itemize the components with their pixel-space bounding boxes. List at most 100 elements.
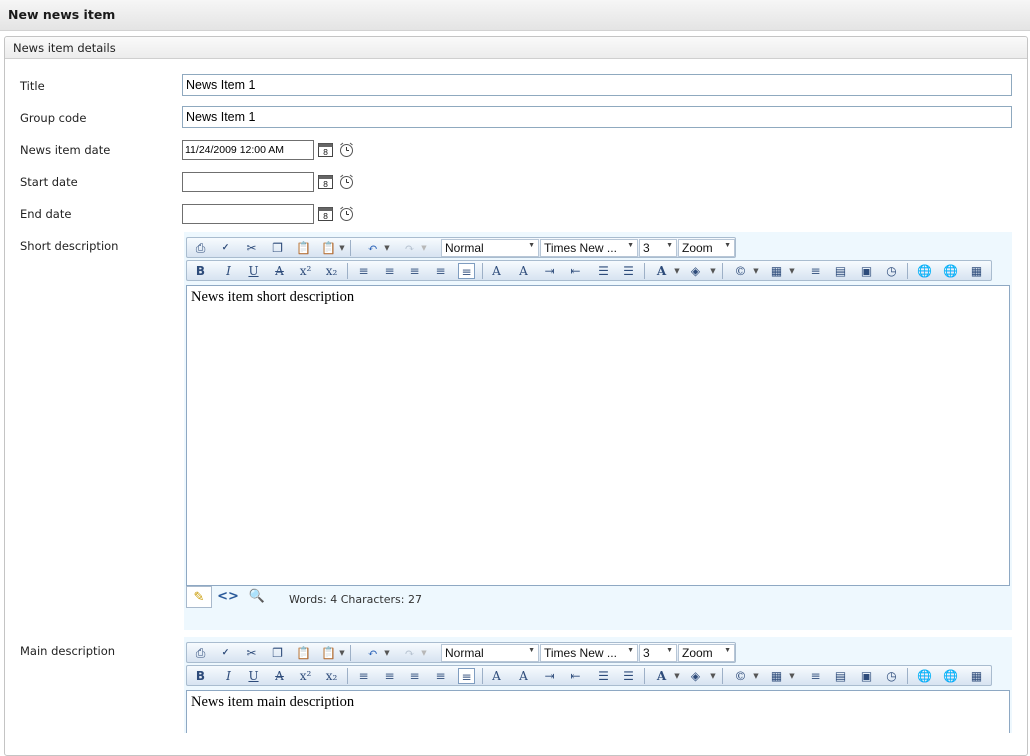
chevron-down-icon[interactable]: ▼ <box>752 263 760 279</box>
clock-icon[interactable] <box>338 141 355 158</box>
chevron-down-icon[interactable]: ▼ <box>420 240 428 256</box>
design-mode-button[interactable]: ✎ <box>186 586 212 608</box>
spellcheck-icon[interactable]: ✓ <box>217 240 234 256</box>
bold-icon[interactable]: B <box>192 668 209 684</box>
calendar-icon[interactable]: 8 <box>317 141 334 158</box>
font-color-icon[interactable]: A <box>653 263 670 279</box>
paste-word-icon[interactable]: ▣ <box>858 668 875 684</box>
font-size-select[interactable]: 3 ▼ <box>639 239 677 257</box>
align-left-icon[interactable]: ≡ <box>355 668 372 684</box>
hyperlink-icon[interactable]: 🌐 <box>916 668 933 684</box>
clock-icon[interactable] <box>338 173 355 190</box>
outdent-icon[interactable]: A <box>515 263 532 279</box>
superscript-icon[interactable]: x² <box>297 668 314 684</box>
calendar-icon[interactable]: 8 <box>317 205 334 222</box>
chevron-down-icon[interactable]: ▼ <box>673 668 681 684</box>
indent-list-icon[interactable]: ⇥ <box>541 263 558 279</box>
italic-icon[interactable]: I <box>220 263 237 279</box>
indent-list-icon[interactable]: ⇥ <box>541 668 558 684</box>
outdent-icon[interactable]: A <box>515 668 532 684</box>
main-description-content[interactable]: News item main description <box>186 690 1010 733</box>
chevron-down-icon[interactable]: ▼ <box>709 668 717 684</box>
numbered-list-icon[interactable]: ☰ <box>595 668 612 684</box>
zoom-select[interactable]: Zoom ▼ <box>678 644 735 662</box>
paragraph-format-select[interactable]: Normal ▼ <box>441 644 539 662</box>
paste-options-icon[interactable]: 📋 <box>320 645 337 661</box>
undo-icon[interactable]: ↶ <box>364 645 381 661</box>
chevron-down-icon[interactable]: ▼ <box>383 240 391 256</box>
indent-icon[interactable]: A <box>488 668 505 684</box>
paragraph-format-select[interactable]: Normal ▼ <box>441 239 539 257</box>
image-manager-icon[interactable]: ▦ <box>968 263 985 279</box>
insert-date-icon[interactable]: ◷ <box>883 263 900 279</box>
remove-link-icon[interactable]: 🌐 <box>942 263 959 279</box>
snippets-icon[interactable]: ▤ <box>832 668 849 684</box>
bulleted-list-icon[interactable]: ☰ <box>620 668 637 684</box>
print-icon[interactable]: ⎙ <box>192 240 209 256</box>
chevron-down-icon[interactable]: ▼ <box>673 263 681 279</box>
italic-icon[interactable]: I <box>220 668 237 684</box>
paste-icon[interactable]: 📋 <box>295 240 312 256</box>
spellcheck-icon[interactable]: ✓ <box>217 645 234 661</box>
chevron-down-icon[interactable]: ▼ <box>709 263 717 279</box>
align-center-icon[interactable]: ≡ <box>381 263 398 279</box>
chevron-down-icon[interactable]: ▼ <box>420 645 428 661</box>
outdent-list-icon[interactable]: ⇤ <box>567 263 584 279</box>
align-right-icon[interactable]: ≡ <box>406 263 423 279</box>
bulleted-list-icon[interactable]: ☰ <box>620 263 637 279</box>
table-icon[interactable]: ▦ <box>768 668 785 684</box>
outdent-list-icon[interactable]: ⇤ <box>567 668 584 684</box>
chevron-down-icon[interactable]: ▼ <box>383 645 391 661</box>
redo-icon[interactable]: ↷ <box>401 645 418 661</box>
start-date-input[interactable] <box>182 172 314 192</box>
html-mode-button[interactable]: <> <box>215 586 241 608</box>
table-icon[interactable]: ▦ <box>768 263 785 279</box>
end-date-input[interactable] <box>182 204 314 224</box>
remove-alignment-icon[interactable]: ≡ <box>458 263 475 279</box>
chevron-down-icon[interactable]: ▼ <box>338 240 346 256</box>
strikethrough-icon[interactable]: A <box>271 668 288 684</box>
news-item-date-input[interactable]: 11/24/2009 12:00 AM <box>182 140 314 160</box>
bold-icon[interactable]: B <box>192 263 209 279</box>
format-stripper-icon[interactable]: ≡ <box>807 668 824 684</box>
chevron-down-icon[interactable]: ▼ <box>752 668 760 684</box>
font-name-select[interactable]: Times New ... ▼ <box>540 239 638 257</box>
justify-icon[interactable]: ≡ <box>432 263 449 279</box>
image-manager-icon[interactable]: ▦ <box>968 668 985 684</box>
subscript-icon[interactable]: x₂ <box>323 263 340 279</box>
cut-icon[interactable]: ✂ <box>243 645 260 661</box>
preview-mode-button[interactable]: 🔍 <box>244 586 270 608</box>
calendar-icon[interactable]: 8 <box>317 173 334 190</box>
align-left-icon[interactable]: ≡ <box>355 263 372 279</box>
subscript-icon[interactable]: x₂ <box>323 668 340 684</box>
highlight-color-icon[interactable]: ◈ <box>687 263 704 279</box>
symbol-icon[interactable]: © <box>732 668 749 684</box>
chevron-down-icon[interactable]: ▼ <box>338 645 346 661</box>
superscript-icon[interactable]: x² <box>297 263 314 279</box>
copy-icon[interactable]: ❐ <box>269 645 286 661</box>
highlight-color-icon[interactable]: ◈ <box>687 668 704 684</box>
justify-icon[interactable]: ≡ <box>432 668 449 684</box>
format-stripper-icon[interactable]: ≡ <box>807 263 824 279</box>
paste-word-icon[interactable]: ▣ <box>858 263 875 279</box>
cut-icon[interactable]: ✂ <box>243 240 260 256</box>
short-description-content[interactable]: News item short description <box>186 285 1010 586</box>
print-icon[interactable]: ⎙ <box>192 645 209 661</box>
font-color-icon[interactable]: A <box>653 668 670 684</box>
chevron-down-icon[interactable]: ▼ <box>788 668 796 684</box>
title-input[interactable]: News Item 1 <box>182 74 1012 96</box>
align-center-icon[interactable]: ≡ <box>381 668 398 684</box>
redo-icon[interactable]: ↷ <box>401 240 418 256</box>
font-name-select[interactable]: Times New ... ▼ <box>540 644 638 662</box>
strikethrough-icon[interactable]: A <box>271 263 288 279</box>
align-right-icon[interactable]: ≡ <box>406 668 423 684</box>
insert-date-icon[interactable]: ◷ <box>883 668 900 684</box>
group-code-input[interactable]: News Item 1 <box>182 106 1012 128</box>
numbered-list-icon[interactable]: ☰ <box>595 263 612 279</box>
hyperlink-icon[interactable]: 🌐 <box>916 263 933 279</box>
chevron-down-icon[interactable]: ▼ <box>788 263 796 279</box>
symbol-icon[interactable]: © <box>732 263 749 279</box>
remove-link-icon[interactable]: 🌐 <box>942 668 959 684</box>
paste-icon[interactable]: 📋 <box>295 645 312 661</box>
clock-icon[interactable] <box>338 205 355 222</box>
